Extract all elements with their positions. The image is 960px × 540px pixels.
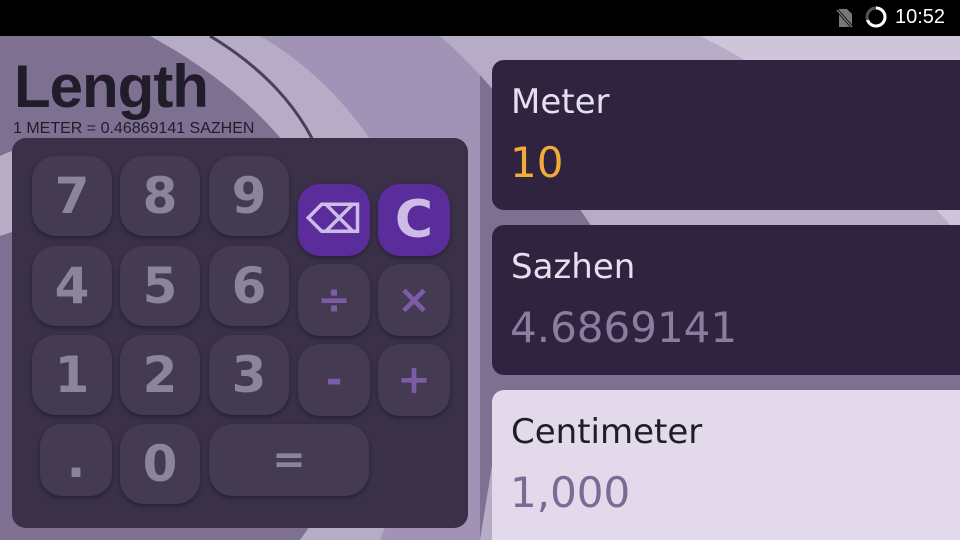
divide-button[interactable]: ÷ [298, 264, 370, 336]
equals-button[interactable]: = [209, 424, 369, 496]
key-3[interactable]: 3 [209, 335, 289, 415]
no-sim-icon [836, 9, 853, 28]
clear-button[interactable]: C [378, 184, 450, 256]
unit-name: Sazhen [511, 247, 636, 287]
unit-value: 1,000 [510, 468, 631, 517]
multiply-button[interactable]: × [378, 264, 450, 336]
unit-card-centimeter[interactable]: Centimeter 1,000 [492, 390, 960, 540]
key-2[interactable]: 2 [120, 335, 200, 415]
page-title: Length [14, 53, 209, 120]
keypad: 7 8 9 ⌫ C 4 5 6 ÷ × 1 2 3 - + . 0 = [12, 138, 468, 528]
key-5[interactable]: 5 [120, 246, 200, 326]
key-4[interactable]: 4 [32, 246, 112, 326]
key-7[interactable]: 7 [32, 156, 112, 236]
loading-spinner-icon [865, 6, 887, 28]
status-bar: 10:52 [0, 0, 960, 36]
unit-value: 10 [510, 138, 564, 187]
conversion-rate: 1 METER = 0.46869141 SAZHEN [13, 120, 255, 137]
unit-name: Meter [511, 82, 610, 122]
clock: 10:52 [895, 6, 946, 28]
unit-card-sazhen[interactable]: Sazhen 4.6869141 [492, 225, 960, 375]
key-9[interactable]: 9 [209, 156, 289, 236]
key-0[interactable]: 0 [120, 424, 200, 504]
decimal-point-button[interactable]: . [40, 424, 112, 496]
plus-button[interactable]: + [378, 344, 450, 416]
key-8[interactable]: 8 [120, 156, 200, 236]
unit-name: Centimeter [511, 412, 703, 452]
minus-button[interactable]: - [298, 344, 370, 416]
key-1[interactable]: 1 [32, 335, 112, 415]
key-6[interactable]: 6 [209, 246, 289, 326]
unit-card-meter[interactable]: Meter 10 [492, 60, 960, 210]
backspace-button[interactable]: ⌫ [298, 184, 370, 256]
unit-value: 4.6869141 [510, 303, 738, 352]
